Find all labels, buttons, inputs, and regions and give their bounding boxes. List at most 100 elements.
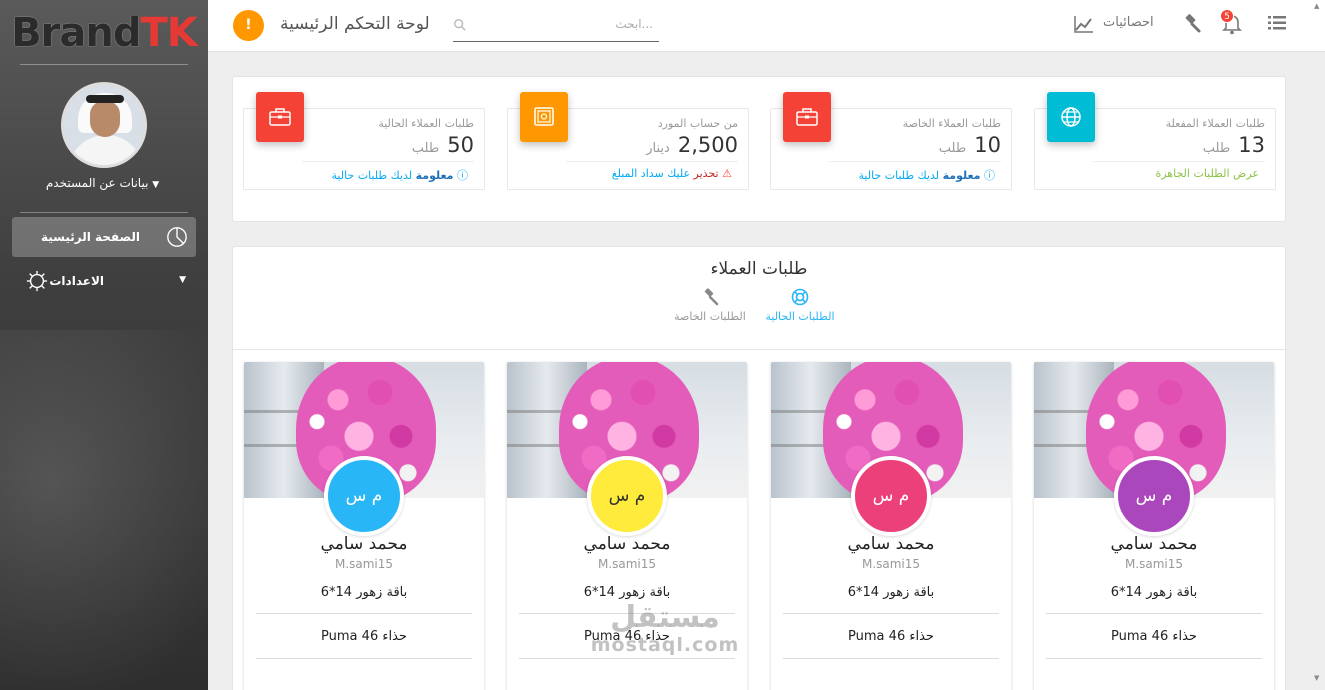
avatar-clothing	[68, 135, 144, 165]
stat-footer-link[interactable]: عرض الطلبات الجاهزة	[1155, 167, 1259, 180]
stat-divider	[566, 161, 738, 162]
page-title: لوحة التحكم الرئيسية	[280, 14, 430, 34]
trend-chart-icon[interactable]	[1074, 14, 1094, 34]
globe-icon	[1061, 107, 1081, 127]
brand-logo[interactable]: BrandTK	[0, 8, 208, 58]
brand-logo-part1: Brand	[11, 10, 141, 56]
scroll-down-icon[interactable]: ▼	[1314, 674, 1319, 682]
stat-unit: دينار	[646, 141, 670, 156]
search-input[interactable]	[473, 10, 653, 38]
sidebar-divider	[20, 64, 188, 65]
search-box	[453, 10, 659, 42]
orders-header-divider	[233, 349, 1285, 350]
sidebar-item-settings[interactable]: الاعدادات ▼	[12, 261, 196, 301]
customer-avatar: م س	[1114, 456, 1194, 536]
card-divider	[256, 658, 472, 659]
customer-name: محمد سامي	[320, 534, 408, 554]
brand-logo-part2: TK	[140, 10, 198, 56]
order-card[interactable]: م س محمد سامي M.sami15 باقة زهور 14*6 حذ…	[244, 362, 484, 690]
stat-icon-box	[256, 92, 304, 142]
card-divider	[783, 613, 999, 614]
tab-label: الطلبات الخاصة	[674, 310, 746, 323]
stats-link[interactable]: احصائيات	[1103, 15, 1154, 30]
stat-footer-label: معلومة	[942, 169, 981, 182]
stat-divider	[829, 161, 1001, 162]
lifebuoy-icon	[791, 288, 809, 306]
avatar-band	[86, 95, 124, 103]
stats-link-label: احصائيات	[1103, 15, 1154, 30]
stat-footer-label: معلومة	[415, 169, 454, 182]
stat-number: 2,500	[677, 133, 738, 157]
stat-icon-box	[520, 92, 568, 142]
stat-footer-link[interactable]: ⓘ معلومة لديك طلبات حالية	[332, 167, 468, 183]
sidebar-item-home[interactable]: الصفحة الرئيسية	[12, 217, 196, 257]
stat-divider	[302, 161, 474, 162]
sidebar-background	[0, 330, 208, 690]
stat-number: 50	[447, 133, 474, 157]
order-item: باقة زهور 14*6	[583, 585, 671, 600]
alert-icon[interactable]: !	[233, 10, 264, 41]
scroll-up-icon[interactable]: ▲	[1314, 2, 1319, 10]
notification-badge: 5	[1220, 9, 1234, 23]
stat-unit: طلب	[411, 141, 440, 156]
customer-avatar: م س	[851, 456, 931, 536]
stat-number: 10	[974, 133, 1001, 157]
stat-footer-text: لديك طلبات حالية	[858, 169, 940, 182]
tab-private-orders[interactable]: الطلبات الخاصة	[670, 288, 750, 323]
gavel-icon	[704, 288, 719, 306]
scrollbar[interactable]: ▲ ▼	[1313, 0, 1323, 690]
card-divider	[1046, 658, 1262, 659]
sidebar-item-label: الصفحة الرئيسية	[40, 230, 140, 244]
stat-title: طلبات العملاء الحالية	[378, 117, 474, 130]
customer-username: M.sami15	[861, 557, 921, 571]
card-divider	[1046, 613, 1262, 614]
info-icon: ⓘ	[457, 169, 468, 182]
customer-name: محمد سامي	[583, 534, 671, 554]
stat-title: من حساب المورد	[657, 117, 738, 130]
order-item: باقة زهور 14*6	[1110, 585, 1198, 600]
pie-chart-icon	[167, 227, 187, 247]
stat-value: 13 طلب	[1203, 133, 1265, 157]
stat-value: 2,500 دينار	[646, 133, 738, 157]
orders-title: طلبات العملاء	[710, 259, 808, 279]
watermark-line2: mostaql.com	[590, 634, 740, 656]
stat-footer-text: لديك طلبات حالية	[331, 169, 413, 182]
user-avatar[interactable]	[61, 82, 147, 168]
stat-unit: طلب	[1202, 141, 1231, 156]
user-menu-label: بيانات عن المستخدم	[45, 176, 149, 190]
warning-icon: ⚠	[722, 167, 732, 180]
briefcase-icon	[796, 108, 818, 126]
sidebar: BrandTK بيانات عن المستخدم ▼ الصفحة الرئ…	[0, 0, 208, 690]
stat-footer-text: عرض الطلبات الجاهزة	[1155, 167, 1259, 180]
stat-unit: طلب	[938, 141, 967, 156]
stat-footer-link[interactable]: ⚠ تحذير عليك سداد المبلغ	[612, 167, 732, 180]
stat-icon-box	[783, 92, 831, 142]
customer-avatar: م س	[587, 456, 667, 536]
order-item: باقة زهور 14*6	[320, 585, 408, 600]
customer-username: M.sami15	[334, 557, 394, 571]
order-card[interactable]: م س محمد سامي M.sami15 باقة زهور 14*6 حذ…	[1034, 362, 1274, 690]
avatar-face	[90, 101, 120, 137]
tab-current-orders[interactable]: الطلبات الحالية	[760, 288, 840, 323]
briefcase-icon	[269, 108, 291, 126]
stat-number: 13	[1238, 133, 1265, 157]
user-menu-toggle[interactable]: بيانات عن المستخدم ▼	[0, 176, 208, 190]
customer-name: محمد سامي	[1110, 534, 1198, 554]
menu-icon[interactable]	[1268, 15, 1286, 31]
top-navbar: ! لوحة التحكم الرئيسية احصائيات 5	[208, 0, 1325, 52]
stat-footer-link[interactable]: ⓘ معلومة لديك طلبات حالية	[859, 167, 995, 183]
search-icon[interactable]	[453, 18, 467, 32]
customer-avatar: م س	[324, 456, 404, 536]
order-card[interactable]: م س محمد سامي M.sami15 باقة زهور 14*6 حذ…	[771, 362, 1011, 690]
stat-icon-box	[1047, 92, 1095, 142]
customer-username: M.sami15	[1124, 557, 1184, 571]
stat-title: طلبات العملاء المفعلة	[1165, 117, 1265, 130]
watermark-line1: مستقل	[610, 600, 720, 635]
order-item: باقة زهور 14*6	[847, 585, 935, 600]
gavel-icon[interactable]	[1180, 13, 1202, 35]
caret-down-icon: ▼	[152, 180, 160, 190]
stat-value: 10 طلب	[939, 133, 1001, 157]
caret-down-icon: ▼	[179, 275, 186, 285]
customer-name: محمد سامي	[847, 534, 935, 554]
customer-username: M.sami15	[597, 557, 657, 571]
